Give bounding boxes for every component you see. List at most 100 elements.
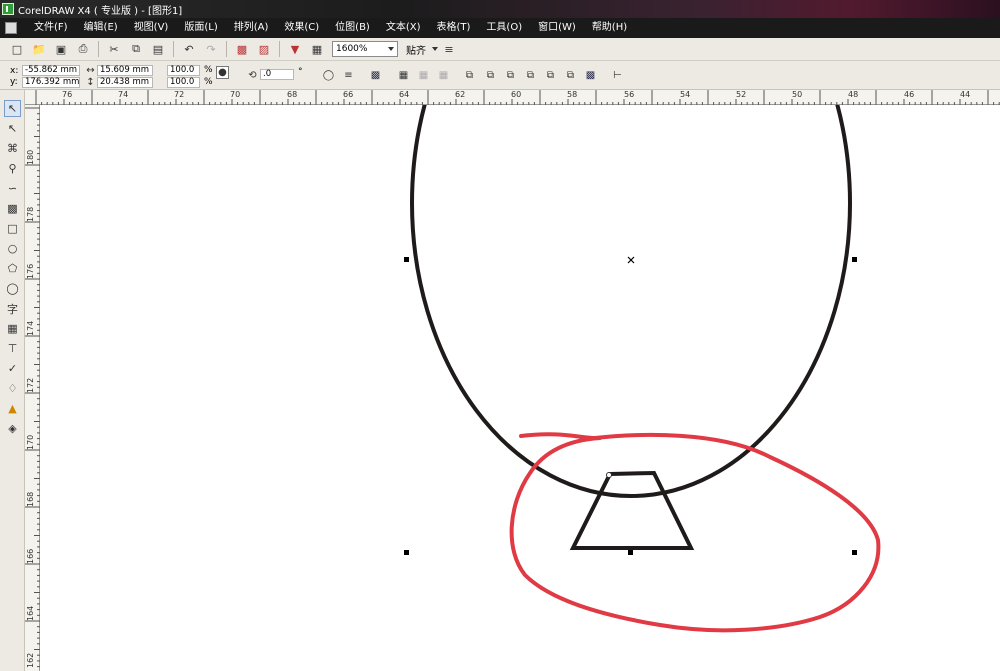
to-front-icon[interactable]: ▩ [369, 69, 382, 82]
ellipse-shape[interactable] [410, 105, 852, 498]
ruler-label: 70 [230, 90, 241, 99]
menu-view[interactable]: 视图(V) [126, 18, 177, 38]
selection-handle[interactable] [852, 550, 857, 555]
combine-icon[interactable]: ⧉ [463, 69, 476, 82]
menu-effects[interactable]: 效果(C) [276, 18, 327, 38]
outline-pen-tool-icon[interactable]: ♢ [4, 380, 21, 397]
chevron-down-icon[interactable] [432, 47, 438, 51]
trapezoid-shape[interactable] [569, 470, 695, 550]
menu-layout[interactable]: 版面(L) [176, 18, 225, 38]
x-position-field[interactable]: -55.862 mm [22, 65, 80, 76]
menu-file[interactable]: 文件(F) [26, 18, 76, 38]
interactive-fill-tool-icon[interactable]: ◈ [4, 420, 21, 437]
selection-handle[interactable] [404, 257, 409, 262]
freehand-tool-icon[interactable]: ∽ [4, 180, 21, 197]
export-icon[interactable]: ▨ [255, 40, 273, 58]
ruler-label: 172 [26, 377, 35, 393]
options-icon[interactable]: ≡ [440, 40, 458, 58]
rotation-angle-field[interactable]: .0 [260, 69, 294, 80]
menu-window[interactable]: 窗口(W) [530, 18, 584, 38]
application-launcher-icon[interactable]: ▼ [286, 40, 304, 58]
selection-center-icon[interactable] [627, 256, 635, 264]
zoom-tool-icon[interactable]: ⚲ [4, 160, 21, 177]
simplify-icon[interactable]: ⧉ [544, 69, 557, 82]
object-width-field[interactable]: 15.609 mm [97, 65, 153, 76]
node-marker[interactable] [606, 472, 612, 478]
weld-icon[interactable]: ⧉ [484, 69, 497, 82]
scale-y-field[interactable]: 100.0 [167, 77, 200, 88]
drawing-canvas[interactable] [40, 105, 1000, 671]
import-icon[interactable]: ▩ [233, 40, 251, 58]
snap-to-button[interactable]: 贴齐 [406, 42, 426, 57]
object-height-field[interactable]: 20.438 mm [97, 77, 153, 88]
ruler-label: 164 [26, 605, 35, 621]
annotation-circle [509, 432, 881, 633]
new-document-icon[interactable]: □ [8, 40, 26, 58]
polygon-tool-icon[interactable]: ⬠ [4, 260, 21, 277]
table-tool-icon[interactable]: ▦ [4, 320, 21, 337]
ruler-label: 72 [174, 90, 185, 99]
cut-icon[interactable]: ✂ [105, 40, 123, 58]
selection-handle[interactable] [628, 550, 633, 555]
intersect-icon[interactable]: ⧉ [524, 69, 537, 82]
rectangle-tool-icon[interactable]: □ [4, 220, 21, 237]
scale-x-field[interactable]: 100.0 [167, 65, 200, 76]
selection-handle[interactable] [404, 550, 409, 555]
zoom-level-select[interactable]: 1600% [332, 41, 398, 57]
standard-toolbar: □ 📁 ▣ ⎙ ✂ ⧉ ▤ ↶ ↷ ▩ ▨ ▼ ▦ 1600% 贴齐 ≡ [0, 38, 1000, 61]
fill-tool-icon[interactable]: ▲ [4, 400, 21, 417]
menu-edit[interactable]: 编辑(E) [76, 18, 126, 38]
crop-tool-icon[interactable]: ⌘ [4, 140, 21, 157]
menu-bitmaps[interactable]: 位图(B) [327, 18, 378, 38]
basic-shapes-tool-icon[interactable]: ◯ [4, 280, 21, 297]
mirror-vertical-icon[interactable]: ≡ [342, 69, 355, 82]
eyedropper-tool-icon[interactable]: ✓ [4, 360, 21, 377]
group-icon[interactable]: ▦ [397, 69, 410, 82]
horizontal-ruler[interactable]: 76 74 72 70 68 66 64 62 60 58 56 54 52 5… [25, 90, 1000, 105]
pick-tool-icon[interactable]: ↖ [4, 100, 21, 117]
welcome-screen-icon[interactable]: ▦ [308, 40, 326, 58]
ruler-label: 46 [904, 90, 915, 99]
toolbox: ↖ ↖ ⌘ ⚲ ∽ ▩ □ ○ ⬠ ◯ 字 ▦ ⊤ ✓ ♢ ▲ ◈ [0, 90, 25, 671]
toolbar-divider [279, 41, 280, 57]
menu-help[interactable]: 帮助(H) [584, 18, 635, 38]
mirror-horizontal-icon[interactable]: ◯ [322, 69, 335, 82]
back-minus-front-icon[interactable]: ▩ [584, 69, 597, 82]
ruler-label: 44 [960, 90, 971, 99]
menu-bar: 文件(F) 编辑(E) 视图(V) 版面(L) 排列(A) 效果(C) 位图(B… [0, 18, 1000, 38]
redo-icon[interactable]: ↷ [202, 40, 220, 58]
ruler-label: 174 [26, 320, 35, 336]
paste-icon[interactable]: ▤ [149, 40, 167, 58]
menu-table[interactable]: 表格(T) [429, 18, 479, 38]
interactive-blend-tool-icon[interactable]: ⊤ [4, 340, 21, 357]
front-minus-back-icon[interactable]: ⧉ [564, 69, 577, 82]
menu-arrange[interactable]: 排列(A) [226, 18, 277, 38]
ungroup-all-icon[interactable]: ▦ [437, 69, 450, 82]
coreldraw-app-icon [2, 3, 14, 15]
shape-tool-icon[interactable]: ↖ [4, 120, 21, 137]
open-folder-icon[interactable]: 📁 [30, 40, 48, 58]
window-title: CorelDRAW X4 ( 专业版 ) - [图形1] [18, 5, 183, 17]
smart-fill-tool-icon[interactable]: ▩ [4, 200, 21, 217]
ellipse-tool-icon[interactable]: ○ [4, 240, 21, 257]
text-tool-icon[interactable]: 字 [4, 300, 21, 317]
create-boundary-icon[interactable]: ⊢ [611, 69, 624, 82]
ruler-label: 48 [848, 90, 859, 99]
title-bar: CorelDRAW X4 ( 专业版 ) - [图形1] [0, 0, 1000, 18]
ruler-label: 58 [567, 90, 578, 99]
copy-icon[interactable]: ⧉ [127, 40, 145, 58]
undo-icon[interactable]: ↶ [180, 40, 198, 58]
document-icon[interactable] [5, 22, 17, 34]
menu-text[interactable]: 文本(X) [378, 18, 429, 38]
y-position-field[interactable]: 176.392 mm [22, 77, 80, 88]
rotate-icon: ⟲ [248, 70, 257, 81]
trim-icon[interactable]: ⧉ [504, 69, 517, 82]
canvas-drawing [404, 105, 881, 633]
ungroup-icon[interactable]: ▦ [417, 69, 430, 82]
menu-tools[interactable]: 工具(O) [478, 18, 530, 38]
lock-ratio-icon[interactable]: ● [216, 66, 229, 79]
selection-handle[interactable] [852, 257, 857, 262]
vertical-ruler[interactable]: 180 178 176 174 172 170 168 166 164 162 [25, 105, 40, 671]
print-icon[interactable]: ⎙ [74, 40, 92, 58]
save-icon[interactable]: ▣ [52, 40, 70, 58]
